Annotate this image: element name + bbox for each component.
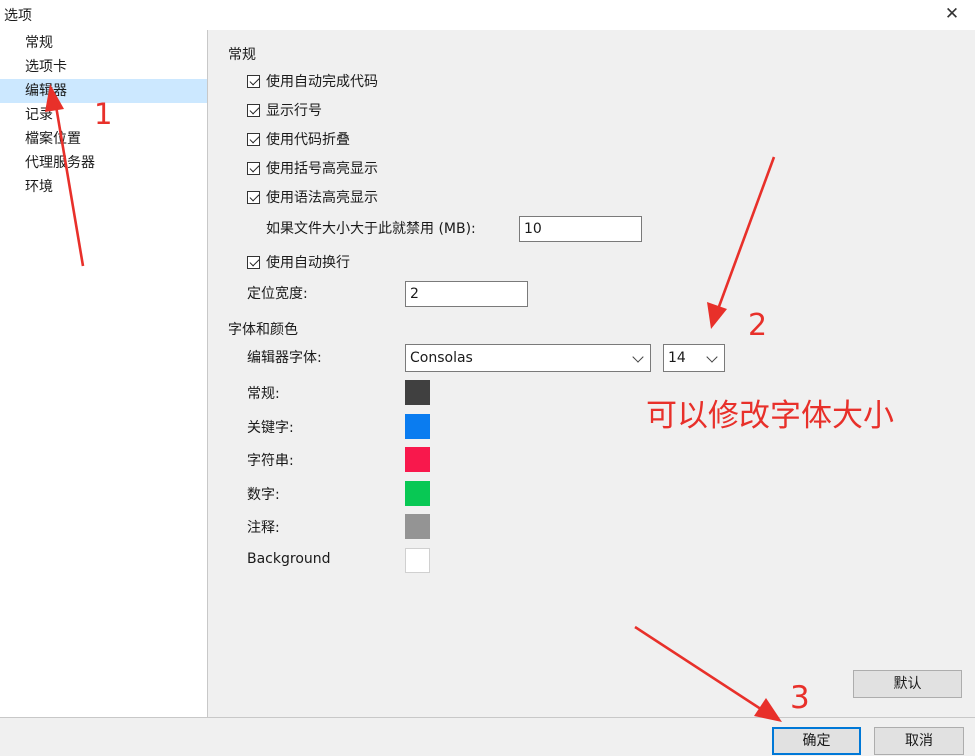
option-code-folding[interactable]: 使用代码折叠: [247, 128, 350, 150]
checkbox-checked[interactable]: [247, 190, 260, 204]
general-section-title: 常规: [228, 47, 256, 63]
window-title: 选项: [4, 8, 32, 24]
option-label: 使用自动完成代码: [266, 74, 378, 90]
color-swatch-number[interactable]: [405, 481, 430, 506]
sidebar-item-proxy[interactable]: 代理服务器: [0, 151, 207, 175]
checkbox-checked[interactable]: [247, 132, 260, 146]
footer-divider: [0, 717, 975, 718]
sidebar-item-tabs[interactable]: 选项卡: [0, 55, 207, 79]
color-swatch-background[interactable]: [405, 548, 430, 573]
tab-width-input[interactable]: 2: [405, 281, 528, 307]
ok-button[interactable]: 确定: [772, 727, 861, 755]
sidebar-item-label: 代理服务器: [25, 155, 95, 171]
font-size-value: 14: [668, 350, 686, 366]
sidebar-item-label: 常规: [25, 35, 53, 51]
tab-width-label: 定位宽度:: [247, 286, 308, 302]
font-size-select[interactable]: 14: [663, 344, 725, 372]
sidebar: 常规 选项卡 编辑器 记录 檔案位置 代理服务器 环境: [0, 30, 208, 717]
option-bracket-highlight[interactable]: 使用括号高亮显示: [247, 157, 378, 179]
color-label-keyword: 关键字:: [247, 420, 294, 436]
close-icon[interactable]: ✕: [939, 1, 965, 27]
sidebar-item-environment[interactable]: 环境: [0, 175, 207, 199]
color-label-number: 数字:: [247, 487, 280, 503]
disable-size-label: 如果文件大小大于此就禁用 (MB):: [266, 221, 476, 237]
color-swatch-comment[interactable]: [405, 514, 430, 539]
color-swatch-general[interactable]: [405, 380, 430, 405]
color-label-general: 常规:: [247, 386, 280, 402]
annotation-note: 可以修改字体大小: [646, 398, 894, 434]
option-word-wrap[interactable]: 使用自动换行: [247, 251, 350, 273]
color-label-background: Background: [247, 551, 331, 567]
option-label: 使用自动换行: [266, 255, 350, 271]
option-label: 使用括号高亮显示: [266, 161, 378, 177]
option-label: 使用语法高亮显示: [266, 190, 378, 206]
editor-font-value: Consolas: [410, 350, 473, 366]
color-label-comment: 注释:: [247, 520, 280, 536]
sidebar-item-label: 环境: [25, 179, 53, 195]
font-section-title: 字体和颜色: [228, 322, 298, 338]
default-button[interactable]: 默认: [853, 670, 962, 698]
option-line-numbers[interactable]: 显示行号: [247, 99, 322, 121]
sidebar-item-label: 编辑器: [25, 83, 67, 99]
color-swatch-keyword[interactable]: [405, 414, 430, 439]
annotation-marker-2: 2: [748, 308, 768, 343]
option-syntax-highlight[interactable]: 使用语法高亮显示: [247, 186, 378, 208]
annotation-marker-3: 3: [790, 680, 810, 716]
editor-settings-panel: 常规 使用自动完成代码 显示行号 使用代码折叠 使用括号高亮显示 使用语法高亮显…: [208, 30, 975, 717]
sidebar-item-label: 檔案位置: [25, 131, 81, 147]
title-bar: 选项 ✕: [0, 0, 975, 30]
disable-size-input[interactable]: 10: [519, 216, 642, 242]
checkbox-checked[interactable]: [247, 161, 260, 175]
option-label: 使用代码折叠: [266, 132, 350, 148]
editor-font-label: 编辑器字体:: [247, 350, 322, 366]
chevron-down-icon: [632, 351, 644, 363]
checkbox-checked[interactable]: [247, 103, 260, 117]
sidebar-item-label: 选项卡: [25, 59, 67, 75]
chevron-down-icon: [706, 351, 718, 363]
annotation-marker-1: 1: [94, 97, 113, 131]
color-label-string: 字符串:: [247, 453, 294, 469]
option-auto-complete[interactable]: 使用自动完成代码: [247, 70, 378, 92]
editor-font-select[interactable]: Consolas: [405, 344, 651, 372]
checkbox-checked[interactable]: [247, 255, 260, 269]
color-swatch-string[interactable]: [405, 447, 430, 472]
cancel-button[interactable]: 取消: [874, 727, 964, 755]
checkbox-checked[interactable]: [247, 74, 260, 88]
sidebar-item-general[interactable]: 常规: [0, 31, 207, 55]
sidebar-item-label: 记录: [25, 107, 53, 123]
option-label: 显示行号: [266, 103, 322, 119]
